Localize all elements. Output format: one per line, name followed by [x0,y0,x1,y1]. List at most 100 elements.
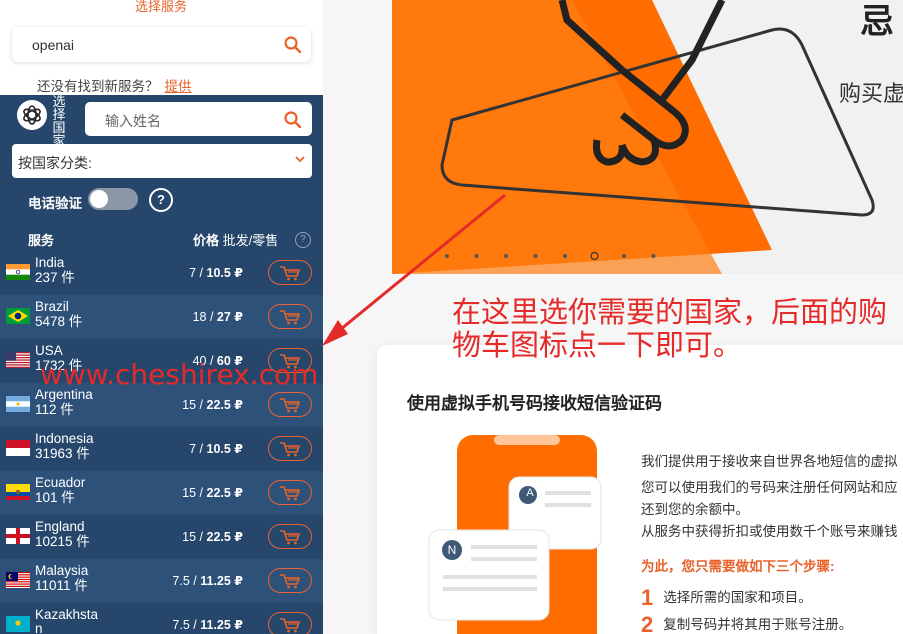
suggest-service-link[interactable]: 提供 [165,79,192,94]
price-help-icon[interactable]: ? [295,232,311,248]
step-item: 2 复制号码并将其用于账号注册。 [641,612,852,634]
cart-icon [279,265,301,281]
country-price: 15 / 22.5 ₽ [182,530,244,544]
hero-banner: 忌 [392,0,903,274]
country-name-part: England [35,519,85,534]
country-stock-count: 10215 件 [35,534,90,549]
add-to-cart-button[interactable] [268,568,312,593]
watermark-text: www.cheshirex.com [40,358,319,391]
add-to-cart-button[interactable] [268,524,312,549]
carousel-dot[interactable] [474,254,479,258]
phone-verify-toggle[interactable] [88,188,138,210]
country-name-part: Ecuador [35,475,86,490]
add-to-cart-button[interactable] [268,304,312,329]
country-price: 15 / 22.5 ₽ [182,398,244,412]
country-name-part: India [35,255,65,270]
choose-country-label: 选择国家 [52,94,66,148]
annotation-text: 在这里选你需要的国家，后面的购物车图标点一下即可。 [452,295,888,362]
price-retail: 11.25 ₽ [200,618,243,632]
flag-argentina-icon [6,396,30,412]
price-retail: 22.5 ₽ [206,486,244,500]
country-name-part: Indonesia [35,431,94,446]
flag-ecuador-icon [6,484,30,500]
country-stock-count: 31963 件 [35,446,90,461]
carousel-dot[interactable] [563,254,567,258]
bubble-avatar-a: A [526,487,534,499]
step-number: 2 [641,612,654,634]
add-to-cart-button[interactable] [268,480,312,505]
banner-corner-char: 忌 [860,3,894,41]
handshake-illustration [392,0,875,274]
cart-icon [279,485,301,501]
paragraph-line: 我们提供用于接收来自世界各地短信的虚拟 [641,454,898,469]
country-category-value: 按国家分类: [18,155,92,171]
country-row[interactable]: England 10215 件 15 / 22.5 ₽ [0,515,323,559]
price-wholesale: 7 [189,266,197,280]
country-row[interactable]: Malaysia 11011 件 7.5 / 11.25 ₽ [0,559,323,603]
search-icon[interactable] [283,35,303,55]
country-stock-count: 101 件 [35,490,75,505]
phone-sms-illustration [428,435,602,634]
country-stock-count: 112 件 [35,402,74,417]
country-name: Kazakhsta n [35,608,98,634]
price-retail: 10.5 ₽ [206,442,244,456]
service-panel: 选择服务 openai 还没有找到新服务？ 提供 选择国家 输入姓名 按国家分类… [0,0,323,634]
cart-icon [279,309,301,325]
price-header-rest: 批发/零售 [219,233,279,248]
paragraph-line: 还到您的余额中。 [641,502,749,517]
not-found-line: 还没有找到新服务？ 提供 [37,75,192,95]
price-wholesale: 15 [182,530,197,544]
price-retail: 22.5 ₽ [206,530,244,544]
country-price: 15 / 22.5 ₽ [182,486,244,500]
openai-logo-icon [17,100,47,130]
country-row[interactable]: India 237 件 7 / 10.5 ₽ [0,251,323,295]
add-to-cart-button[interactable] [268,260,312,285]
add-to-cart-button[interactable] [268,612,312,634]
country-row[interactable]: Ecuador 101 件 15 / 22.5 ₽ [0,471,323,515]
country-name: Malaysia [35,564,88,578]
column-header-services: 服务 [28,233,55,248]
column-header-price: 价格 批发/零售 [193,230,278,249]
toggle-knob [90,190,108,208]
flag-england-icon [6,528,30,544]
flag-india-icon [6,264,30,280]
country-row[interactable]: Brazil 5478 件 18 / 27 ₽ [0,295,323,339]
country-row[interactable]: Indonesia 31963 件 7 / 10.5 ₽ [0,427,323,471]
country-category-select[interactable]: 按国家分类: [12,144,312,178]
service-search-input[interactable]: openai [12,27,311,62]
price-wholesale: 15 [182,398,197,412]
cart-icon [279,529,301,545]
flag-kazakhstan-icon [6,616,30,632]
help-icon[interactable]: ? [149,188,173,212]
price-retail: 10.5 ₽ [206,266,244,280]
country-name-part: Kazakhsta [35,607,99,622]
carousel-dot[interactable] [504,254,508,258]
not-found-text: 还没有找到新服务？ [37,79,159,94]
search-icon[interactable] [283,110,303,130]
country-price: 7.5 / 11.25 ₽ [172,618,243,632]
step-number: 1 [641,585,654,610]
add-to-cart-button[interactable] [268,392,312,417]
country-name-part: n [35,621,43,634]
service-heading: 选择服务 [135,0,188,14]
carousel-dot[interactable] [445,254,449,258]
steps-title: 为此，您只需要做如下三个步骤: [641,559,835,574]
add-to-cart-button[interactable] [268,436,312,461]
price-wholesale: 15 [182,486,197,500]
name-search-input[interactable]: 输入姓名 [85,102,312,136]
country-name: Indonesia [35,432,94,446]
step-text: 复制号码并将其用于账号注册。 [663,617,853,632]
carousel-dot[interactable] [533,254,538,258]
country-list: India 237 件 7 / 10.5 ₽ Brazil 5478 件 18 / 27 … [0,251,323,634]
carousel-dot[interactable] [622,254,626,258]
carousel-dot[interactable] [651,254,656,258]
phone-verify-label: 电话验证 [28,196,82,211]
cart-icon [279,573,301,589]
country-row[interactable]: Kazakhsta n 7.5 / 11.25 ₽ [0,603,323,634]
flag-usa-icon [6,352,30,368]
country-stock-count: 5478 件 [35,314,83,329]
price-retail: 22.5 ₽ [206,398,244,412]
paragraph-line: 从服务中获得折扣或使用数千个账号来赚钱 [641,524,898,539]
country-name: England [35,520,85,534]
banner-promo-text: 购买虚 [839,81,903,106]
